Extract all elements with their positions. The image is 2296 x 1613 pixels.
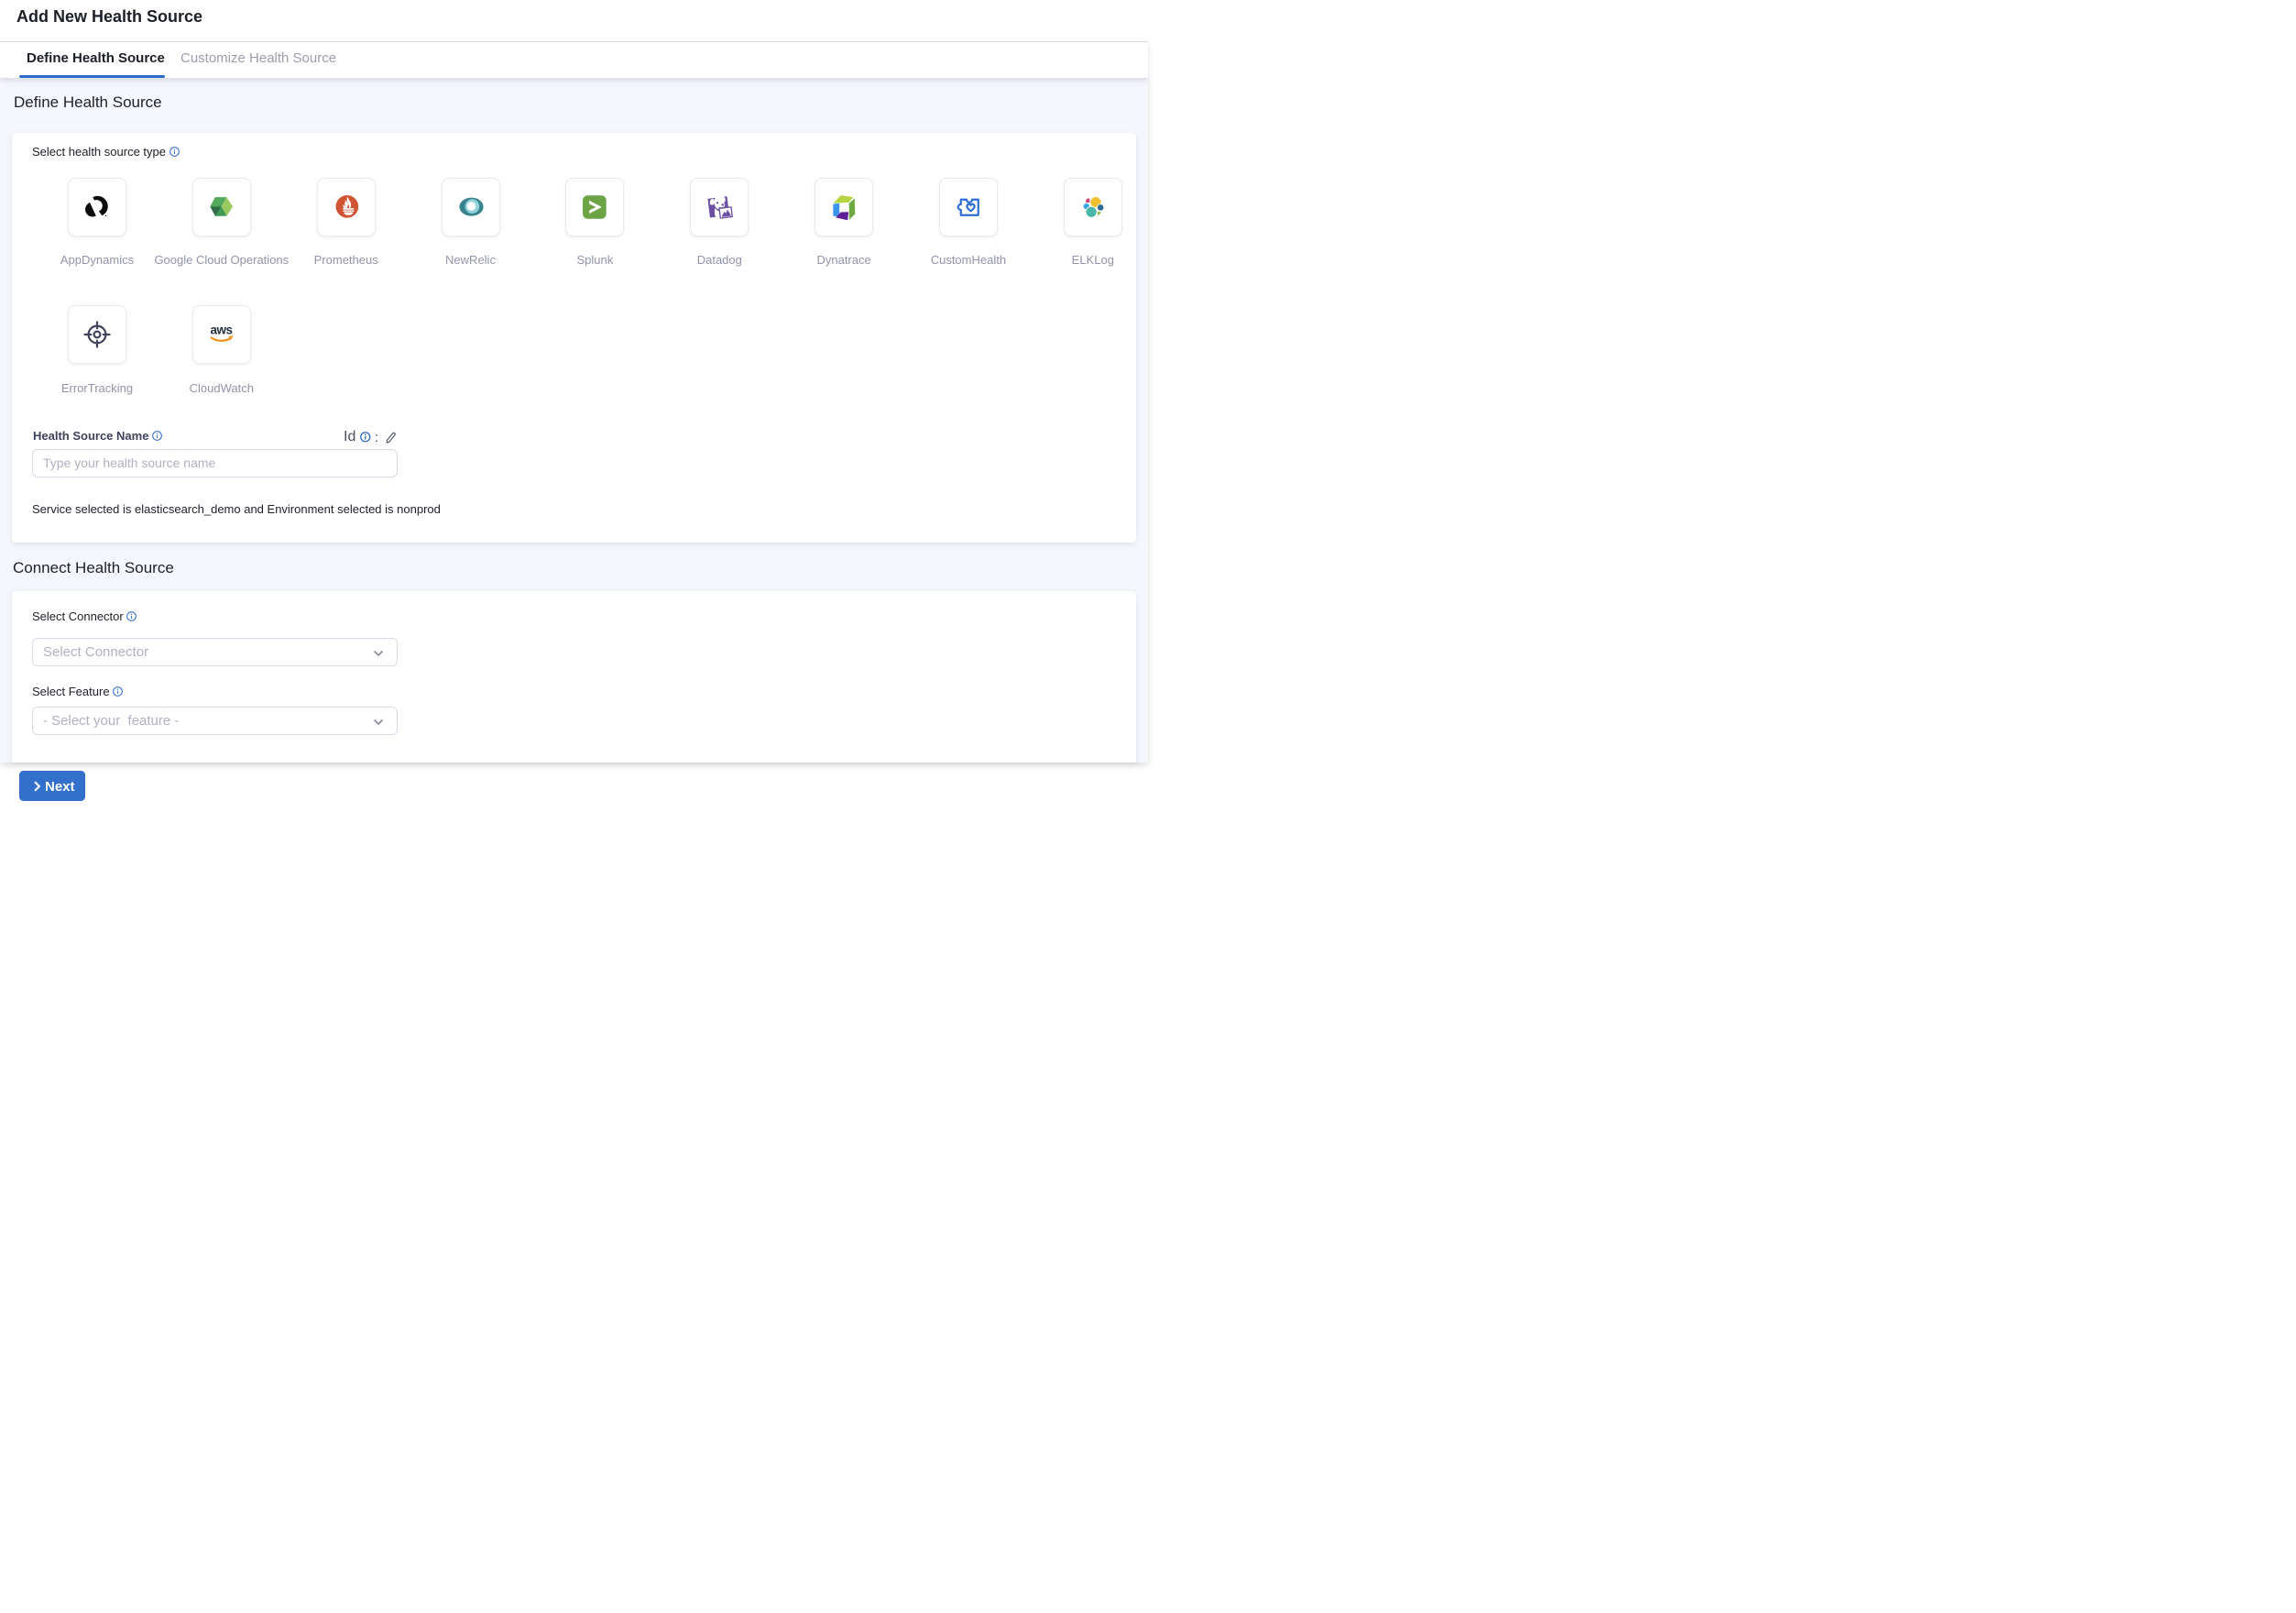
svg-text:aws: aws (210, 323, 232, 336)
